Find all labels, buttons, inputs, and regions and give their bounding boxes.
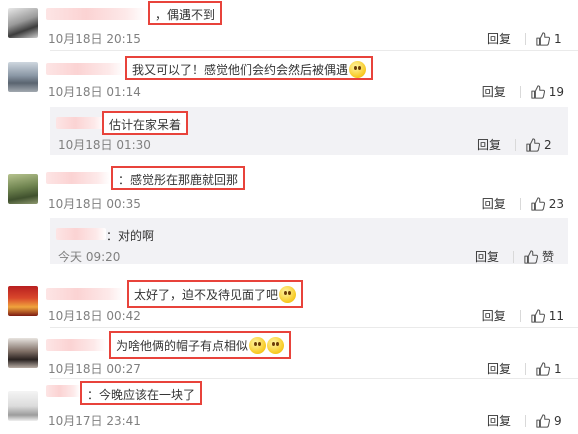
avatar[interactable]	[8, 8, 38, 38]
comment-actions: 回复 赞	[475, 248, 554, 265]
thumbs-up-icon[interactable]	[524, 249, 538, 264]
comment-text-highlight: ：感觉彤在那鹿就回那	[111, 166, 246, 190]
comment-text-highlight: 为啥他俩的帽子有点相似	[109, 331, 292, 359]
username-blurred[interactable]	[46, 8, 146, 20]
avatar[interactable]	[8, 338, 38, 368]
username-blurred[interactable]	[46, 339, 106, 351]
avatar[interactable]	[8, 174, 38, 204]
comment-time: 10月18日 00:42	[48, 309, 141, 323]
reply-button[interactable]: 回复	[487, 360, 511, 377]
comment-text-highlight: 太好了，迫不及待见面了吧	[127, 280, 304, 308]
comment-actions: 回复 1	[487, 30, 564, 47]
comment-time: 10月18日 20:15	[48, 32, 141, 46]
comment-time: 今天 09:20	[58, 250, 121, 264]
username-blurred[interactable]	[46, 288, 124, 300]
action-divider	[525, 362, 526, 375]
reply-button[interactable]: 回复	[477, 136, 501, 153]
reply-button[interactable]: 回复	[475, 248, 499, 265]
comment-item: ：今晚应该在一块了 10月17日 23:41 回复 9	[0, 379, 578, 434]
comment-text: 我又可以了！感觉他们会约会然后被偶遇	[132, 63, 349, 77]
comment-item: 太好了，迫不及待见面了吧 10月18日 00:42 回复 11	[0, 270, 578, 324]
thumbs-up-icon[interactable]	[536, 31, 550, 46]
thumbs-up-icon[interactable]	[531, 196, 545, 211]
emoji-icon	[267, 337, 285, 354]
comment-actions: 回复 19	[482, 83, 564, 100]
comment-time: 10月18日 00:27	[48, 362, 141, 376]
like-button-label[interactable]: 赞	[542, 248, 554, 265]
action-divider	[515, 138, 516, 151]
action-divider	[525, 32, 526, 45]
reply-button[interactable]: 回复	[482, 83, 506, 100]
avatar[interactable]	[8, 391, 38, 421]
action-divider	[519, 309, 521, 322]
username-blurred[interactable]	[56, 228, 106, 240]
thumbs-up-icon[interactable]	[531, 308, 545, 323]
like-count: 19	[548, 84, 564, 99]
thumbs-up-icon[interactable]	[536, 361, 550, 376]
comment-actions: 回复 11	[482, 307, 564, 324]
sub-reply: ：对的啊 今天 09:20 回复 赞	[50, 218, 568, 264]
reply-button[interactable]: 回复	[487, 412, 511, 429]
comment-time: 10月17日 23:41	[48, 414, 141, 428]
action-divider	[512, 250, 514, 263]
emoji-icon	[249, 337, 267, 354]
emoji-icon	[349, 61, 367, 78]
action-divider	[525, 414, 526, 427]
comment-actions: 回复 1	[487, 360, 564, 377]
username-blurred[interactable]	[46, 172, 110, 184]
action-divider	[519, 197, 521, 210]
like-count: 9	[554, 413, 562, 428]
comment-text-highlight: ：今晚应该在一块了	[80, 381, 203, 405]
comment-text-highlight: 我又可以了！感觉他们会约会然后被偶遇	[125, 56, 374, 80]
thumbs-up-icon[interactable]	[531, 84, 545, 99]
comment-item: ：感觉彤在那鹿就回那 10月18日 00:35 回复 23	[0, 160, 578, 212]
like-count: 2	[544, 137, 552, 152]
username-blurred[interactable]	[46, 385, 80, 397]
comment-time: 10月18日 00:35	[48, 197, 141, 211]
thumbs-up-icon[interactable]	[526, 137, 540, 152]
comment-actions: 回复 23	[482, 195, 564, 212]
comment-item: 我又可以了！感觉他们会约会然后被偶遇 10月18日 01:14 回复 19	[0, 52, 578, 104]
sub-reply: 估计在家呆着 10月18日 01:30 回复 2	[50, 107, 568, 155]
reply-button[interactable]: 回复	[487, 30, 511, 47]
username-blurred[interactable]	[46, 63, 124, 75]
comment-text: 太好了，迫不及待见面了吧	[134, 288, 279, 302]
comment-item: ，偶遇不到 10月18日 20:15 回复 1	[0, 0, 578, 48]
divider	[50, 50, 578, 51]
action-divider	[519, 85, 521, 98]
comment-time: 10月18日 01:14	[48, 85, 141, 99]
avatar[interactable]	[8, 62, 38, 92]
like-count: 1	[554, 31, 562, 46]
comment-text: ：对的啊	[106, 229, 155, 243]
comment-item: 为啥他俩的帽子有点相似 10月18日 00:27 回复 1	[0, 328, 578, 378]
comment-text: 为啥他俩的帽子有点相似	[116, 339, 249, 353]
reply-button[interactable]: 回复	[482, 195, 506, 212]
comment-actions: 回复 9	[487, 412, 564, 429]
comment-actions: 回复 2	[477, 136, 554, 153]
reply-button[interactable]: 回复	[482, 307, 506, 324]
like-count: 11	[548, 308, 564, 323]
comment-text-highlight: 估计在家呆着	[102, 111, 189, 135]
thumbs-up-icon[interactable]	[536, 413, 550, 428]
comment-text-highlight: ，偶遇不到	[148, 1, 223, 25]
comment-list: ，偶遇不到 10月18日 20:15 回复 1 我又可以了！感觉他们会约会然后被…	[0, 0, 578, 434]
avatar[interactable]	[8, 286, 38, 316]
comment-text: ，偶遇不到	[155, 8, 216, 22]
like-count: 1	[554, 361, 562, 376]
emoji-icon	[279, 286, 297, 303]
comment-text: ：感觉彤在那鹿就回那	[118, 173, 239, 187]
comment-text: ：今晚应该在一块了	[87, 388, 196, 402]
comment-time: 10月18日 01:30	[58, 138, 151, 152]
comment-text: 估计在家呆着	[109, 118, 182, 132]
username-blurred[interactable]	[56, 117, 104, 129]
like-count: 23	[548, 196, 564, 211]
